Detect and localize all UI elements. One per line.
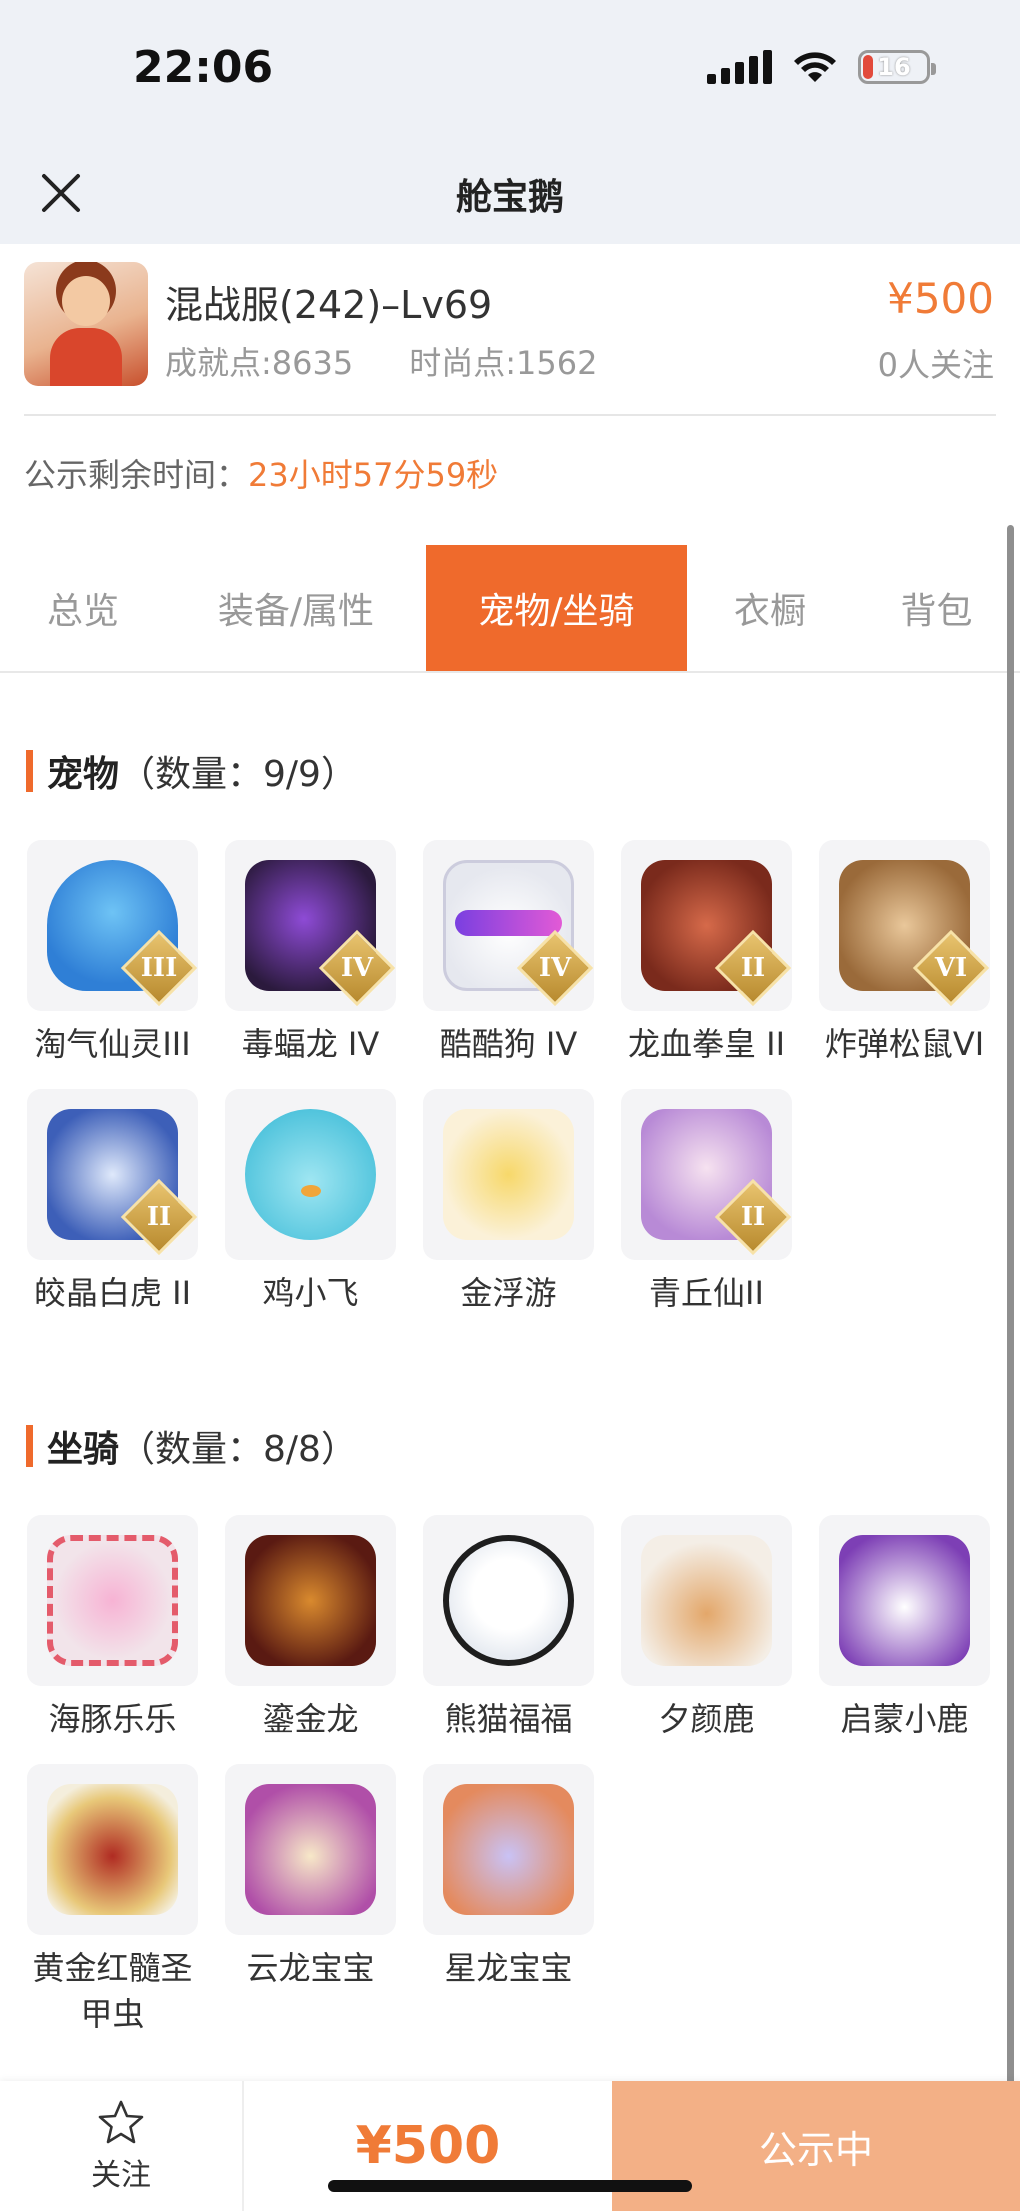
golden-beetle-icon xyxy=(47,1784,178,1915)
star-dragon-icon xyxy=(443,1784,574,1915)
mount-card[interactable]: 夕颜鹿 xyxy=(621,1515,792,1742)
tab-equipment[interactable]: 装备/属性 xyxy=(166,545,426,671)
panda-icon xyxy=(443,1535,574,1666)
pet-name: 酷酷狗 IV xyxy=(439,1025,578,1063)
battery-icon: 16 xyxy=(858,50,936,84)
status-time: 22:06 xyxy=(133,42,274,93)
pets-count: （数量：9/9） xyxy=(119,754,357,795)
golden-dragon-icon xyxy=(443,1109,574,1240)
pet-tier-badge: II xyxy=(146,1202,172,1232)
nav-header: 舱宝鹅 xyxy=(0,140,1020,244)
status-bar: 22:06 16 xyxy=(0,0,1020,140)
countdown-value: 23小时57分59秒 xyxy=(248,456,499,494)
pet-name: 青丘仙II xyxy=(649,1274,764,1312)
pet-card[interactable]: II 龙血拳皇 II xyxy=(621,840,792,1067)
pet-tier-badge: VI xyxy=(934,953,968,983)
mounts-count: （数量：8/8） xyxy=(119,1429,357,1470)
pet-name: 炸弹松鼠VI xyxy=(824,1025,985,1063)
blue-chick-icon xyxy=(245,1109,376,1240)
pet-name: 鸡小飞 xyxy=(262,1274,359,1312)
mount-name: 鎏金龙 xyxy=(262,1700,359,1738)
pets-grid: III 淘气仙灵III IV 毒蝠龙 IV IV 酷酷狗 IV II 龙血拳皇 … xyxy=(27,840,990,1316)
pet-tier-badge: IV xyxy=(538,953,572,983)
tab-wardrobe[interactable]: 衣橱 xyxy=(687,545,853,671)
tab-pets-mounts[interactable]: 宠物/坐骑 xyxy=(426,545,687,671)
tab-backpack[interactable]: 背包 xyxy=(853,545,1020,671)
follow-button[interactable]: 关注 xyxy=(0,2081,244,2211)
pet-tier-badge: II xyxy=(740,953,766,983)
countdown: 公示剩余时间：23小时57分59秒 xyxy=(24,450,498,496)
cloud-dragon-icon xyxy=(245,1784,376,1915)
mount-card[interactable]: 云龙宝宝 xyxy=(225,1764,396,2037)
pet-card[interactable]: IV 毒蝠龙 IV xyxy=(225,840,396,1067)
pet-name: 皎晶白虎 II xyxy=(33,1274,192,1312)
pets-title: 宠物 xyxy=(47,754,120,795)
pet-name: 龙血拳皇 II xyxy=(627,1025,786,1063)
character-points: 成就点:8635 时尚点:1562 xyxy=(165,338,597,384)
pet-card[interactable]: VI 炸弹松鼠VI xyxy=(819,840,990,1067)
mount-name: 星龙宝宝 xyxy=(444,1949,573,1987)
pet-card[interactable]: II 皎晶白虎 II xyxy=(27,1089,198,1316)
pet-card[interactable]: 金浮游 xyxy=(423,1089,594,1316)
home-indicator xyxy=(328,2180,692,2192)
mounts-title: 坐骑 xyxy=(47,1429,120,1470)
gilded-dragon-icon xyxy=(245,1535,376,1666)
pink-dolphin-icon xyxy=(47,1535,178,1666)
mount-card[interactable]: 熊猫福福 xyxy=(423,1515,594,1742)
pet-card[interactable]: 鸡小飞 xyxy=(225,1089,396,1316)
pet-tier-badge: III xyxy=(140,953,178,983)
page-title: 舱宝鹅 xyxy=(455,177,564,218)
pet-tier-badge: IV xyxy=(340,953,374,983)
listing-price: ¥500 xyxy=(887,274,994,323)
white-fawn-icon xyxy=(839,1535,970,1666)
pet-name: 金浮游 xyxy=(460,1274,557,1312)
mount-card[interactable]: 黄金红髓圣甲虫 xyxy=(27,1764,198,2037)
tab-overview[interactable]: 总览 xyxy=(0,545,166,671)
pet-card[interactable]: II 青丘仙II xyxy=(621,1089,792,1316)
pet-card[interactable]: IV 酷酷狗 IV xyxy=(423,840,594,1067)
mounts-section-title: 坐骑 （数量：8/8） xyxy=(26,1420,357,1472)
scrollbar[interactable] xyxy=(1007,525,1014,2085)
server-name: 混战服(242)–Lv69 xyxy=(165,283,493,327)
mount-card[interactable]: 海豚乐乐 xyxy=(27,1515,198,1742)
pets-section-title: 宠物 （数量：9/9） xyxy=(26,745,357,797)
pet-card[interactable]: III 淘气仙灵III xyxy=(27,840,198,1067)
tab-bar: 总览 装备/属性 宠物/坐骑 衣橱 背包 xyxy=(0,545,1020,673)
star-icon xyxy=(98,2100,144,2144)
deer-icon xyxy=(641,1535,772,1666)
mount-name: 云龙宝宝 xyxy=(246,1949,375,1987)
fashion-points: 时尚点:1562 xyxy=(409,344,598,382)
mount-name: 启蒙小鹿 xyxy=(840,1700,969,1738)
mounts-grid: 海豚乐乐 鎏金龙 熊猫福福 夕颜鹿 启蒙小鹿 黄金红髓圣甲虫 云龙宝宝 星龙宝宝 xyxy=(27,1515,990,2037)
cellular-signal-icon xyxy=(707,50,772,84)
mount-name: 夕颜鹿 xyxy=(658,1700,755,1738)
mount-name: 熊猫福福 xyxy=(444,1700,573,1738)
status-icons: 16 xyxy=(707,50,936,84)
mount-card[interactable]: 星龙宝宝 xyxy=(423,1764,594,2037)
pet-name: 淘气仙灵III xyxy=(34,1025,191,1063)
mount-name: 海豚乐乐 xyxy=(48,1700,177,1738)
follower-count: 0人关注 xyxy=(877,346,994,384)
battery-level: 16 xyxy=(877,53,911,81)
mount-card[interactable]: 启蒙小鹿 xyxy=(819,1515,990,1742)
achievement-points: 成就点:8635 xyxy=(165,344,354,382)
pet-name: 毒蝠龙 IV xyxy=(241,1025,380,1063)
follow-label: 关注 xyxy=(91,2158,151,2193)
divider xyxy=(24,414,996,416)
pet-tier-badge: II xyxy=(740,1202,766,1232)
listing-info: 混战服(242)–Lv69 成就点:8635 时尚点:1562 ¥500 0人关… xyxy=(0,244,1020,416)
mount-name: 黄金红髓圣甲虫 xyxy=(32,1949,193,2033)
character-avatar xyxy=(24,262,148,386)
mount-card[interactable]: 鎏金龙 xyxy=(225,1515,396,1742)
wifi-icon xyxy=(794,52,836,82)
countdown-label: 公示剩余时间： xyxy=(24,456,249,494)
